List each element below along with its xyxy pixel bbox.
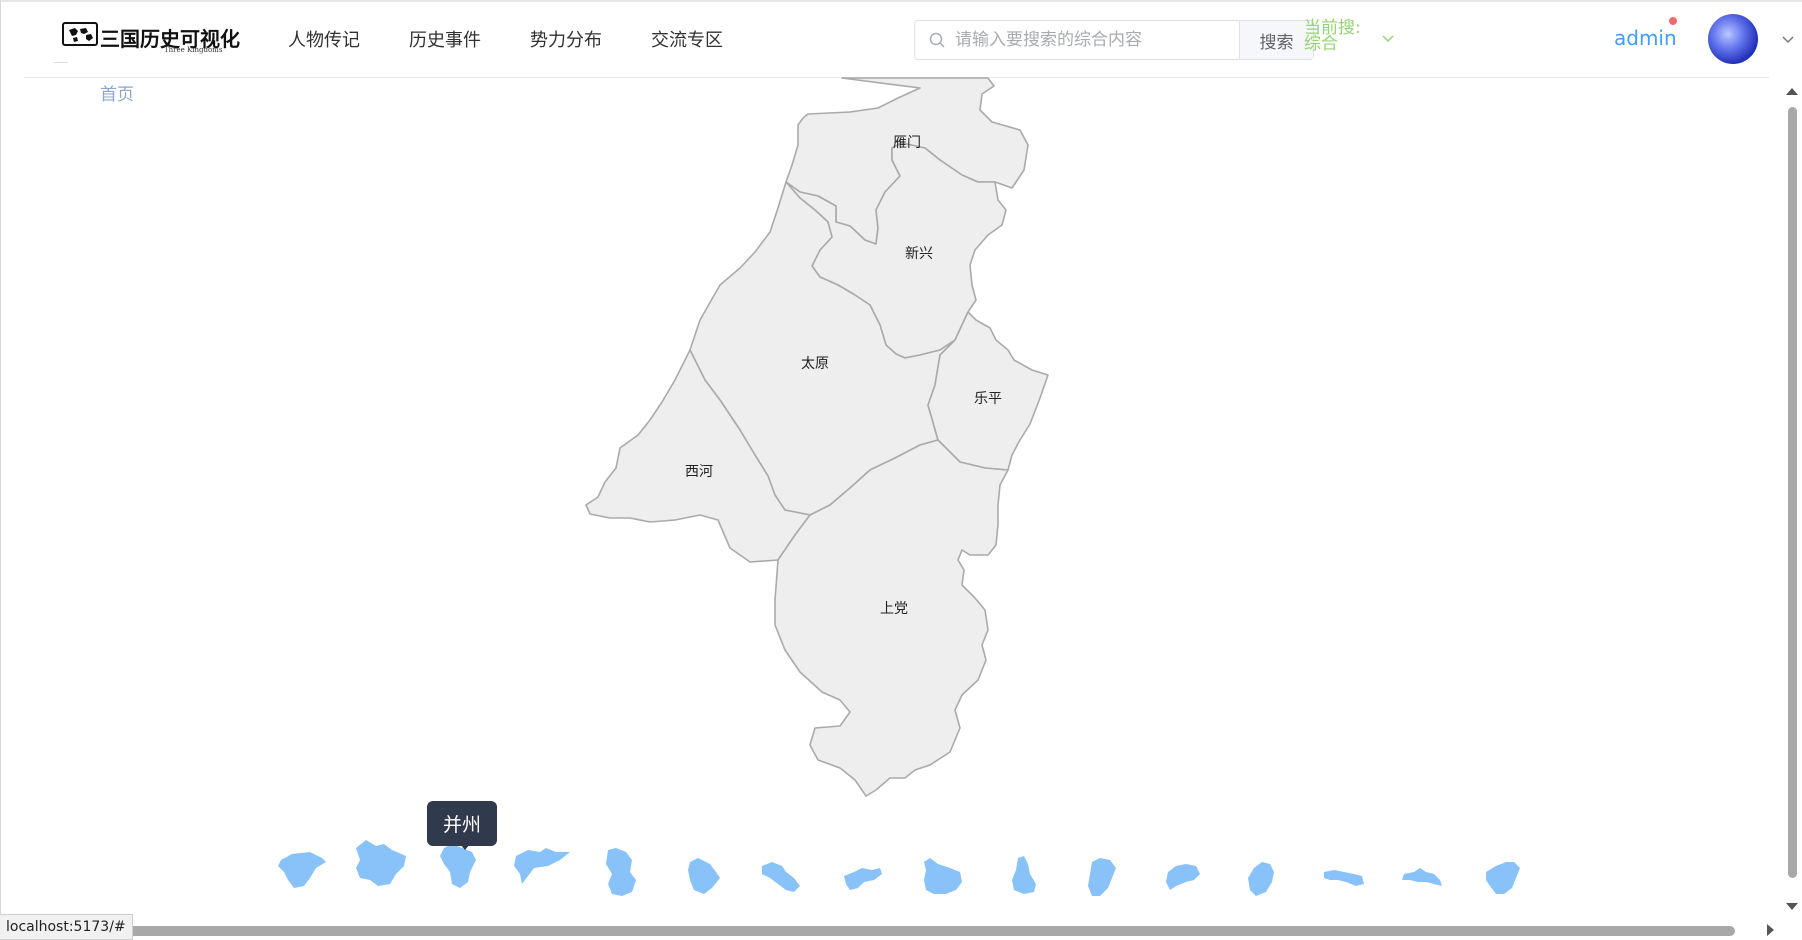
province-thumbnail[interactable]	[1402, 868, 1442, 886]
scroll-right-arrow-icon[interactable]	[1767, 924, 1774, 936]
horizontal-scrollbar-thumb[interactable]	[120, 926, 1735, 936]
province-thumbnail[interactable]	[606, 848, 636, 896]
browser-status-url: localhost:5173/#	[0, 914, 133, 940]
province-thumbnail[interactable]	[1248, 862, 1274, 896]
vertical-scrollbar-thumb[interactable]	[1788, 107, 1797, 878]
province-thumbnail[interactable]	[356, 840, 406, 886]
province-thumbnail[interactable]	[514, 848, 570, 884]
province-thumbnail[interactable]	[1324, 870, 1364, 886]
scroll-up-arrow-icon[interactable]	[1786, 88, 1798, 95]
province-thumbnail[interactable]	[844, 868, 882, 890]
scroll-down-arrow-icon[interactable]	[1786, 903, 1798, 910]
province-thumbnail[interactable]	[1088, 858, 1116, 896]
province-thumbnail[interactable]	[924, 858, 962, 894]
province-thumbnail-strip	[278, 840, 1520, 896]
province-thumbnail[interactable]	[440, 844, 476, 888]
province-thumbnail[interactable]	[762, 862, 800, 892]
page: 三国历史可视化 Three Kingdoms 人物传记 历史事件 势力分布 交流…	[0, 0, 1802, 940]
province-thumbnail[interactable]	[1012, 856, 1036, 894]
province-thumbnail[interactable]	[1166, 864, 1200, 890]
province-thumbnail[interactable]	[1486, 862, 1520, 894]
province-thumbnail[interactable]	[278, 852, 326, 888]
tooltip-arrow	[460, 844, 470, 850]
province-tooltip: 并州	[427, 801, 497, 846]
province-thumbnail[interactable]	[688, 858, 720, 894]
